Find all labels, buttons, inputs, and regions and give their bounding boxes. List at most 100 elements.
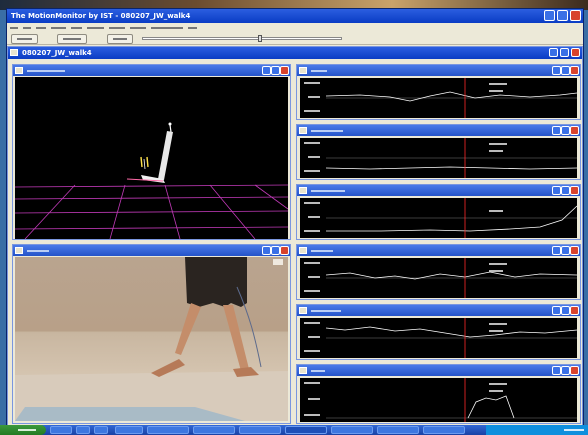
minimize-icon[interactable]	[552, 306, 561, 315]
minimize-icon[interactable]	[552, 366, 561, 375]
menu-item[interactable]	[87, 23, 104, 32]
menu-item[interactable]	[23, 23, 31, 32]
taskbar	[0, 425, 588, 435]
panel-title	[311, 250, 333, 252]
panel-titlebar[interactable]	[297, 365, 580, 376]
taskbar-button[interactable]	[115, 426, 143, 434]
close-icon[interactable]	[280, 66, 289, 75]
panel-titlebar[interactable]	[297, 305, 580, 316]
close-icon[interactable]	[570, 66, 579, 75]
taskbar-button[interactable]	[193, 426, 235, 434]
system-tray	[486, 425, 588, 435]
close-icon[interactable]	[571, 48, 580, 57]
3d-view[interactable]	[15, 77, 288, 239]
minimize-icon[interactable]	[544, 10, 555, 21]
start-button[interactable]	[0, 425, 46, 435]
close-icon[interactable]	[570, 10, 581, 21]
close-icon[interactable]	[280, 246, 289, 255]
maximize-icon[interactable]	[560, 48, 569, 57]
close-icon[interactable]	[570, 246, 579, 255]
menu-item[interactable]	[10, 23, 18, 32]
panel-titlebar[interactable]	[13, 65, 290, 76]
clock	[564, 429, 584, 431]
window-icon	[15, 247, 23, 254]
maximize-icon[interactable]	[561, 66, 570, 75]
graph-plot[interactable]	[300, 138, 577, 178]
graph-panel	[296, 304, 581, 360]
graph-plot[interactable]	[300, 258, 577, 298]
close-icon[interactable]	[570, 366, 579, 375]
maximize-icon[interactable]	[561, 186, 570, 195]
panel-title	[311, 370, 325, 372]
minimize-icon[interactable]	[552, 186, 561, 195]
window-icon	[299, 187, 307, 194]
animation-panel	[12, 64, 291, 240]
window-icon	[299, 307, 307, 314]
window-icon	[10, 49, 18, 56]
maximize-icon[interactable]	[561, 126, 570, 135]
quick-launch[interactable]	[94, 426, 108, 434]
taskbar-button[interactable]	[377, 426, 419, 434]
menu-item[interactable]	[36, 23, 46, 32]
minimize-icon[interactable]	[549, 48, 558, 57]
quick-launch[interactable]	[76, 426, 90, 434]
taskbar-button[interactable]	[423, 426, 465, 434]
floor-grid	[15, 184, 288, 239]
window-icon	[299, 67, 307, 74]
menu-item[interactable]	[130, 23, 146, 32]
graph-axis-labels	[304, 382, 507, 416]
graph-plot[interactable]	[300, 78, 577, 118]
slider-thumb[interactable]	[258, 35, 262, 42]
maximize-icon[interactable]	[561, 366, 570, 375]
graph-axis-labels	[304, 322, 507, 352]
panel-titlebar[interactable]	[297, 185, 580, 196]
quick-launch[interactable]	[50, 426, 72, 434]
minimize-icon[interactable]	[552, 246, 561, 255]
taskbar-button[interactable]	[147, 426, 189, 434]
document-titlebar[interactable]: 080207_JW_walk4	[8, 47, 582, 59]
toolbar-button[interactable]	[11, 34, 38, 44]
taskbar-button[interactable]	[285, 426, 327, 434]
menu-item[interactable]	[151, 23, 183, 32]
panel-title	[311, 310, 341, 312]
maximize-icon[interactable]	[561, 246, 570, 255]
menu-item[interactable]	[71, 23, 82, 32]
video-frame[interactable]	[15, 257, 288, 421]
app-window: The MotionMonitor by IST - 080207_JW_wal…	[6, 8, 584, 426]
toolbar-button[interactable]	[57, 34, 87, 44]
menu-item[interactable]	[188, 23, 197, 32]
graph-plot[interactable]	[300, 198, 577, 238]
3d-scene	[15, 122, 288, 239]
time-slider[interactable]	[142, 35, 342, 42]
app-titlebar[interactable]: The MotionMonitor by IST - 080207_JW_wal…	[7, 9, 583, 23]
graph-plot[interactable]	[300, 378, 577, 422]
panel-titlebar[interactable]	[297, 65, 580, 76]
close-icon[interactable]	[570, 186, 579, 195]
maximize-icon[interactable]	[271, 66, 280, 75]
graph-plot[interactable]	[300, 318, 577, 358]
panel-titlebar[interactable]	[297, 245, 580, 256]
close-icon[interactable]	[570, 306, 579, 315]
minimize-icon[interactable]	[552, 126, 561, 135]
panel-titlebar[interactable]	[13, 245, 290, 256]
close-icon[interactable]	[570, 126, 579, 135]
window-icon	[299, 247, 307, 254]
maximize-icon[interactable]	[557, 10, 568, 21]
menu-item[interactable]	[109, 23, 125, 32]
window-icon	[15, 67, 23, 74]
taskbar-button[interactable]	[239, 426, 281, 434]
panel-titlebar[interactable]	[297, 125, 580, 136]
app-title-text: The MotionMonitor by IST - 080207_JW_wal…	[11, 12, 191, 20]
maximize-icon[interactable]	[271, 246, 280, 255]
minimize-icon[interactable]	[262, 246, 271, 255]
toolbar	[7, 32, 583, 45]
minimize-icon[interactable]	[552, 66, 561, 75]
menu-item[interactable]	[51, 23, 66, 32]
taskbar-button[interactable]	[331, 426, 373, 434]
minimize-icon[interactable]	[262, 66, 271, 75]
maximize-icon[interactable]	[561, 306, 570, 315]
window-icon	[299, 127, 307, 134]
desktop: The MotionMonitor by IST - 080207_JW_wal…	[0, 0, 588, 435]
panel-title	[27, 250, 49, 252]
toolbar-button[interactable]	[107, 34, 133, 44]
